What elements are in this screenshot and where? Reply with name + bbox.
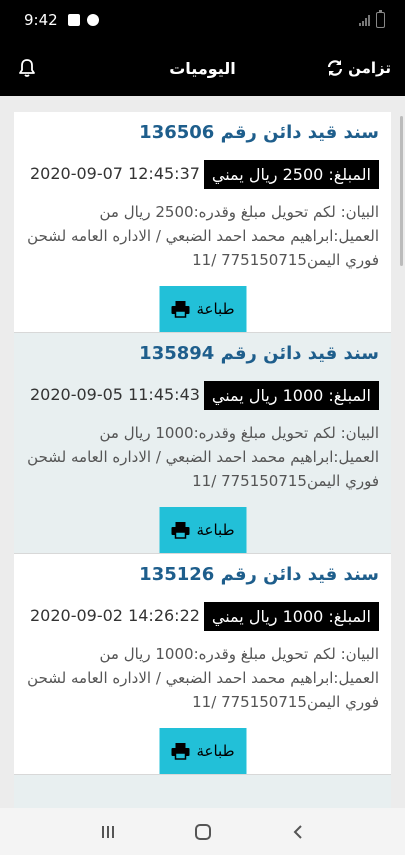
back-button[interactable] [278, 812, 318, 852]
check-circle-icon [86, 14, 99, 26]
status-time: 9:42 [24, 11, 58, 29]
screen: 9:42 اليوميات تزامن سند قيد دائن رقم 136… [0, 0, 405, 855]
journal-entry-card[interactable]: سند قيد دائن رقم 135894 المبلغ: 1000 ريا… [14, 333, 391, 554]
sim-card-icon [67, 14, 80, 26]
notifications-button[interactable] [18, 58, 36, 78]
print-label: طباعة [196, 300, 235, 318]
journal-entry-card[interactable]: سند قيد دائن رقم 135126 المبلغ: 1000 ريا… [14, 554, 391, 775]
print-label: طباعة [196, 521, 235, 539]
scrollbar[interactable] [400, 116, 403, 266]
home-button[interactable] [183, 812, 223, 852]
signal-icon [359, 14, 370, 26]
battery-icon [376, 10, 385, 28]
recents-button[interactable] [88, 812, 128, 852]
entry-description: البيان: لكم تحويل مبلغ وقدره:1000 ريال م… [27, 645, 379, 711]
printer-icon [171, 522, 190, 539]
entry-title: سند قيد دائن رقم 135894 [139, 343, 379, 364]
print-button[interactable]: طباعة [159, 507, 246, 553]
entry-title: سند قيد دائن رقم 135126 [139, 564, 379, 585]
amount-badge: المبلغ: 2500 ريال يمني [203, 160, 379, 189]
back-chevron-icon [293, 824, 302, 839]
entry-datetime: 2020-09-05 11:45:43 [30, 385, 200, 404]
print-label: طباعة [196, 742, 235, 760]
print-button[interactable]: طباعة [159, 286, 246, 332]
journal-list: سند قيد دائن رقم 136506 المبلغ: 2500 ريا… [14, 112, 391, 808]
entry-description: البيان: لكم تحويل مبلغ وقدره:1000 ريال م… [27, 424, 379, 490]
amount-badge: المبلغ: 1000 ريال يمني [203, 602, 379, 631]
entry-datetime: 2020-09-07 12:45:37 [30, 164, 200, 183]
app-header: اليوميات تزامن [0, 40, 405, 96]
recents-icon [101, 825, 114, 838]
bell-icon [19, 59, 35, 77]
sync-button[interactable]: تزامن [326, 59, 391, 77]
status-right [359, 10, 385, 28]
sync-label: تزامن [348, 59, 391, 77]
sync-icon [328, 60, 343, 76]
entry-title: سند قيد دائن رقم 136506 [139, 122, 379, 143]
journal-entry-card[interactable]: سند قيد دائن رقم 136506 المبلغ: 2500 ريا… [14, 112, 391, 333]
print-button[interactable]: طباعة [159, 728, 246, 774]
home-icon [194, 823, 211, 840]
journal-list-area[interactable]: سند قيد دائن رقم 136506 المبلغ: 2500 ريا… [0, 96, 405, 808]
status-bar: 9:42 [0, 0, 405, 40]
amount-badge: المبلغ: 1000 ريال يمني [203, 381, 379, 410]
printer-icon [171, 743, 190, 760]
journal-entry-card-partial[interactable] [14, 775, 391, 808]
entry-description: البيان: لكم تحويل مبلغ وقدره:2500 ريال م… [27, 203, 379, 269]
printer-icon [171, 301, 190, 318]
system-nav-bar [0, 808, 405, 855]
entry-datetime: 2020-09-02 14:26:22 [30, 606, 200, 625]
